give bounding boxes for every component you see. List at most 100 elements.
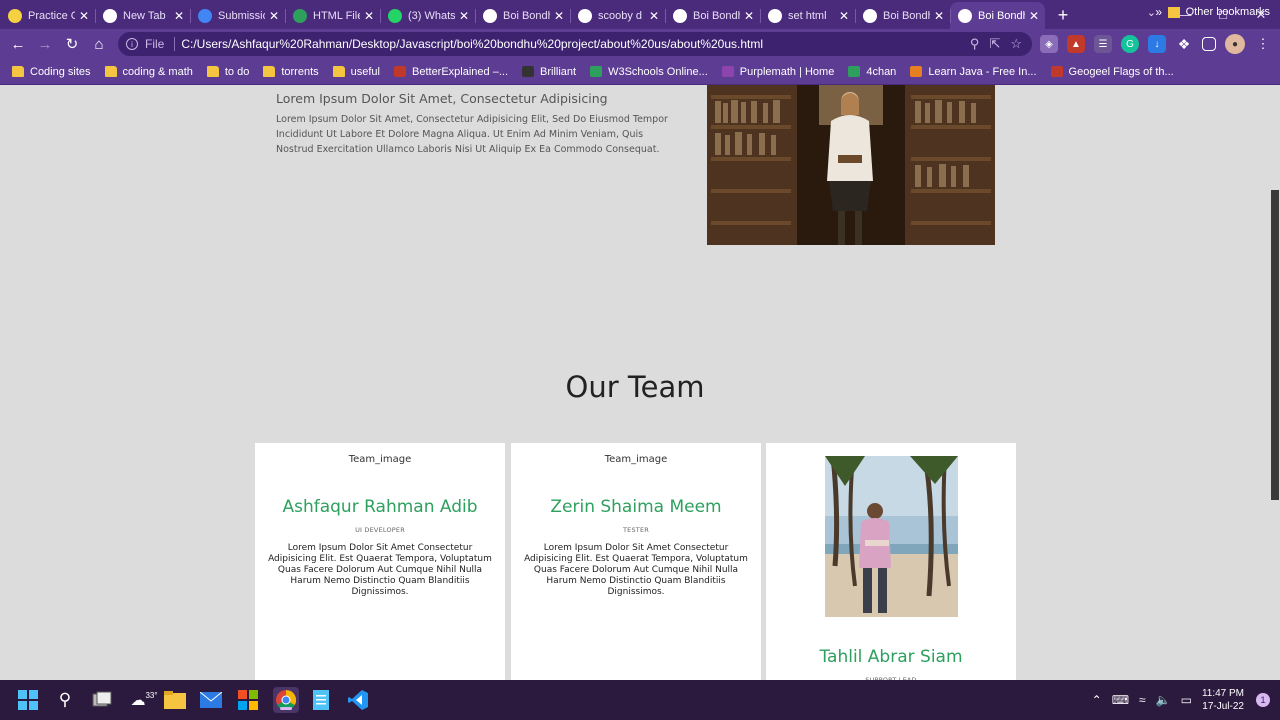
- member-name: Zerin Shaima Meem: [550, 497, 722, 517]
- zoom-icon[interactable]: ⚲: [970, 36, 980, 52]
- reader-icon[interactable]: ☰: [1094, 35, 1112, 53]
- bookmarks-overflow-icon[interactable]: »: [1155, 5, 1162, 19]
- notepad-icon[interactable]: [309, 688, 333, 712]
- browser-tab[interactable]: Boi Bondh ✕: [665, 2, 760, 29]
- team-section-title: Our Team: [565, 370, 705, 404]
- browser-tab[interactable]: Practice C ✕: [0, 2, 95, 29]
- folder-icon: [12, 66, 24, 77]
- globe-favicon-icon: [483, 8, 497, 23]
- tab-title: Submissio: [218, 9, 265, 22]
- browser-tab[interactable]: New Tab ✕: [95, 2, 190, 29]
- bookmark-item[interactable]: Brilliant: [522, 66, 576, 78]
- browser-tab[interactable]: Boi Bondh ✕: [950, 2, 1045, 29]
- site-info-icon[interactable]: i: [126, 38, 138, 50]
- vscode-icon[interactable]: [346, 688, 370, 712]
- wifi-icon[interactable]: ≈: [1139, 693, 1146, 707]
- member-role: TESTER: [623, 526, 649, 534]
- browser-tab[interactable]: Boi Bondh ✕: [855, 2, 950, 29]
- other-bookmarks[interactable]: Other bookmarks: [1167, 6, 1270, 18]
- battery-icon[interactable]: ▭: [1181, 693, 1192, 707]
- browser-tab[interactable]: Boi Bondh ✕: [475, 2, 570, 29]
- profile-avatar[interactable]: ●: [1225, 34, 1245, 54]
- system-tray: ⌃ ⌨ ≈ 🔈 ▭ 11:47 PM 17-Jul-22 1: [1092, 680, 1280, 720]
- bookmark-item[interactable]: Learn Java - Free In...: [910, 65, 1037, 78]
- close-tab-icon[interactable]: ✕: [364, 9, 374, 23]
- tray-overflow-icon[interactable]: ⌃: [1092, 693, 1102, 707]
- browser-tab[interactable]: scooby d ✕: [570, 2, 665, 29]
- bookmark-item[interactable]: BetterExplained –...: [394, 66, 508, 78]
- close-tab-icon[interactable]: ✕: [649, 9, 659, 23]
- browser-tab[interactable]: Submissio ✕: [190, 2, 285, 29]
- file-explorer-icon[interactable]: [163, 688, 187, 712]
- windows-taskbar: ⚲ ☁ 33° ⌃ ⌨ ≈ 🔈 ▭ 11:47 PM 17-Jul-22 1: [0, 680, 1280, 720]
- purplemath-icon: [721, 66, 734, 77]
- extensions-puzzle-icon[interactable]: ❖: [1175, 35, 1193, 53]
- bookmark-item[interactable]: Geogeel Flags of th...: [1050, 66, 1174, 78]
- shield-extension-icon[interactable]: ◈: [1040, 35, 1058, 53]
- mail-icon[interactable]: [199, 688, 223, 712]
- close-tab-icon[interactable]: ✕: [934, 9, 944, 23]
- windows-start-icon[interactable]: [16, 688, 40, 712]
- bookmark-item[interactable]: torrents: [263, 66, 319, 78]
- bookmark-item[interactable]: useful: [332, 66, 380, 78]
- bookmark-item[interactable]: 4chan: [848, 66, 896, 78]
- member-description: Lorem Ipsum Dolor Sit Amet Consectetur A…: [268, 543, 492, 597]
- download-extension-icon[interactable]: ↓: [1148, 35, 1166, 53]
- tab-title: (3) Whats: [408, 9, 455, 22]
- search-icon[interactable]: ⚲: [53, 688, 77, 712]
- folder-icon: [332, 66, 345, 77]
- task-view-icon[interactable]: [90, 688, 114, 712]
- library-photo: [707, 85, 995, 245]
- menu-kebab-icon[interactable]: ⋮: [1254, 35, 1272, 53]
- close-tab-icon[interactable]: ✕: [269, 9, 279, 23]
- forward-icon[interactable]: →: [32, 31, 58, 57]
- bookmark-item[interactable]: W3Schools Online...: [590, 66, 708, 78]
- tab-title: Boi Bondh: [693, 9, 740, 22]
- notification-badge[interactable]: 1: [1256, 693, 1270, 707]
- side-panel-icon[interactable]: [1202, 37, 1216, 51]
- page-scrollbar[interactable]: [1270, 85, 1280, 680]
- bookmark-item[interactable]: Coding sites: [12, 66, 91, 78]
- reload-icon[interactable]: ↻: [59, 31, 85, 57]
- browser-tab[interactable]: (3) Whats ✕: [380, 2, 475, 29]
- close-tab-icon[interactable]: ✕: [1029, 9, 1039, 23]
- new-tab-button[interactable]: +: [1049, 2, 1077, 29]
- grammarly-icon[interactable]: G: [1121, 35, 1139, 53]
- address-bar[interactable]: i File C:/Users/Ashfaqur%20Rahman/Deskto…: [118, 32, 1032, 56]
- microsoft-store-icon[interactable]: [236, 688, 260, 712]
- globe-favicon-icon: [863, 8, 877, 23]
- bookmarks-bar: Coding sites coding & math to do torrents us…: [0, 59, 1280, 85]
- close-tab-icon[interactable]: ✕: [744, 9, 754, 23]
- bookmark-item[interactable]: Purplemath | Home: [721, 66, 834, 78]
- weather-widget[interactable]: ☁ 33°: [126, 688, 162, 712]
- close-tab-icon[interactable]: ✕: [174, 9, 184, 23]
- folder-icon: [104, 66, 117, 77]
- url-text[interactable]: C:/Users/Ashfaqur%20Rahman/Desktop/Javas…: [181, 37, 970, 51]
- tab-title: Boi Bondh: [978, 9, 1025, 22]
- volume-icon[interactable]: 🔈: [1156, 693, 1171, 707]
- close-tab-icon[interactable]: ✕: [554, 9, 564, 23]
- close-tab-icon[interactable]: ✕: [459, 9, 469, 23]
- close-tab-icon[interactable]: ✕: [839, 9, 849, 23]
- bookmark-label: Learn Java - Free In...: [928, 65, 1037, 78]
- share-icon[interactable]: ⇱: [989, 36, 1000, 52]
- bookmark-item[interactable]: to do: [206, 65, 250, 78]
- keyboard-icon[interactable]: ⌨: [1112, 693, 1129, 707]
- geo-icon: [1050, 66, 1063, 77]
- chrome-taskbar-icon[interactable]: [273, 687, 299, 713]
- close-tab-icon[interactable]: ✕: [79, 9, 89, 23]
- brilliant-icon: [522, 66, 535, 77]
- browser-tab[interactable]: HTML File ✕: [285, 2, 380, 29]
- member-photo: [825, 456, 958, 617]
- back-icon[interactable]: ←: [5, 31, 31, 57]
- clock[interactable]: 11:47 PM 17-Jul-22: [1202, 687, 1244, 713]
- ext-red-icon[interactable]: ▲: [1067, 35, 1085, 53]
- scrollbar-thumb[interactable]: [1271, 190, 1279, 500]
- practice-favicon-icon: [8, 8, 22, 23]
- bookmark-label: to do: [224, 65, 250, 78]
- home-icon[interactable]: ⌂: [86, 31, 112, 57]
- bookmark-star-icon[interactable]: ☆: [1010, 36, 1022, 52]
- bookmark-item[interactable]: coding & math: [104, 66, 193, 78]
- browser-tab[interactable]: set html ✕: [760, 2, 855, 29]
- bookmark-list: Coding sites coding & math to do torrents us…: [12, 66, 1188, 78]
